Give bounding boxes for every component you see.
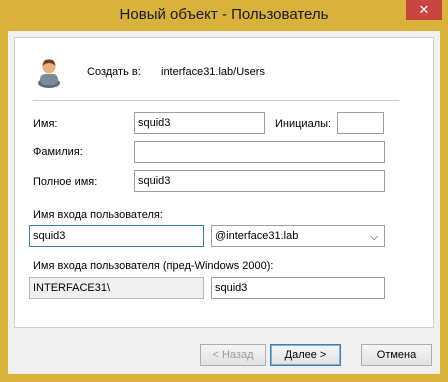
full-name-field[interactable]: squid3 — [134, 170, 385, 192]
create-in-label: Создать в: — [87, 66, 141, 78]
domain-suffix-value: @interface31.lab — [215, 230, 299, 242]
header-divider — [33, 100, 399, 101]
last-name-field[interactable] — [134, 141, 385, 163]
logon-name-field[interactable]: squid3 — [29, 225, 204, 247]
dialog-window: Новый объект - Пользователь ✕ Создать в:… — [0, 0, 448, 382]
pre2000-label: Имя входа пользователя (пред-Windows 200… — [33, 260, 274, 272]
chevron-down-icon: ⌵ — [370, 232, 378, 243]
pre2000-domain-field: INTERFACE31\ — [29, 277, 204, 299]
initials-label: Инициалы: — [275, 118, 332, 130]
cancel-button[interactable]: Отмена — [361, 344, 432, 366]
logon-name-label: Имя входа пользователя: — [33, 209, 163, 221]
close-button[interactable]: ✕ — [406, 0, 442, 20]
create-in-path: interface31.lab/Users — [161, 66, 265, 78]
window-title: Новый объект - Пользователь — [119, 6, 329, 23]
full-name-label: Полное имя: — [33, 176, 98, 188]
initials-field[interactable] — [337, 112, 384, 134]
dialog-client-area: Создать в: interface31.lab/Users Имя: sq… — [8, 31, 440, 374]
domain-suffix-select[interactable]: @interface31.lab ⌵ — [211, 225, 385, 247]
close-icon: ✕ — [418, 2, 430, 17]
last-name-label: Фамилия: — [33, 146, 83, 158]
first-name-label: Имя: — [33, 118, 58, 130]
title-bar[interactable]: Новый объект - Пользователь ✕ — [0, 0, 448, 31]
pre2000-name-field[interactable]: squid3 — [211, 277, 385, 299]
form-panel: Создать в: interface31.lab/Users Имя: sq… — [14, 37, 434, 328]
back-button: < Назад — [200, 344, 266, 366]
first-name-field[interactable]: squid3 — [134, 112, 265, 134]
user-icon — [38, 59, 60, 88]
next-button[interactable]: Далее > — [270, 344, 341, 366]
